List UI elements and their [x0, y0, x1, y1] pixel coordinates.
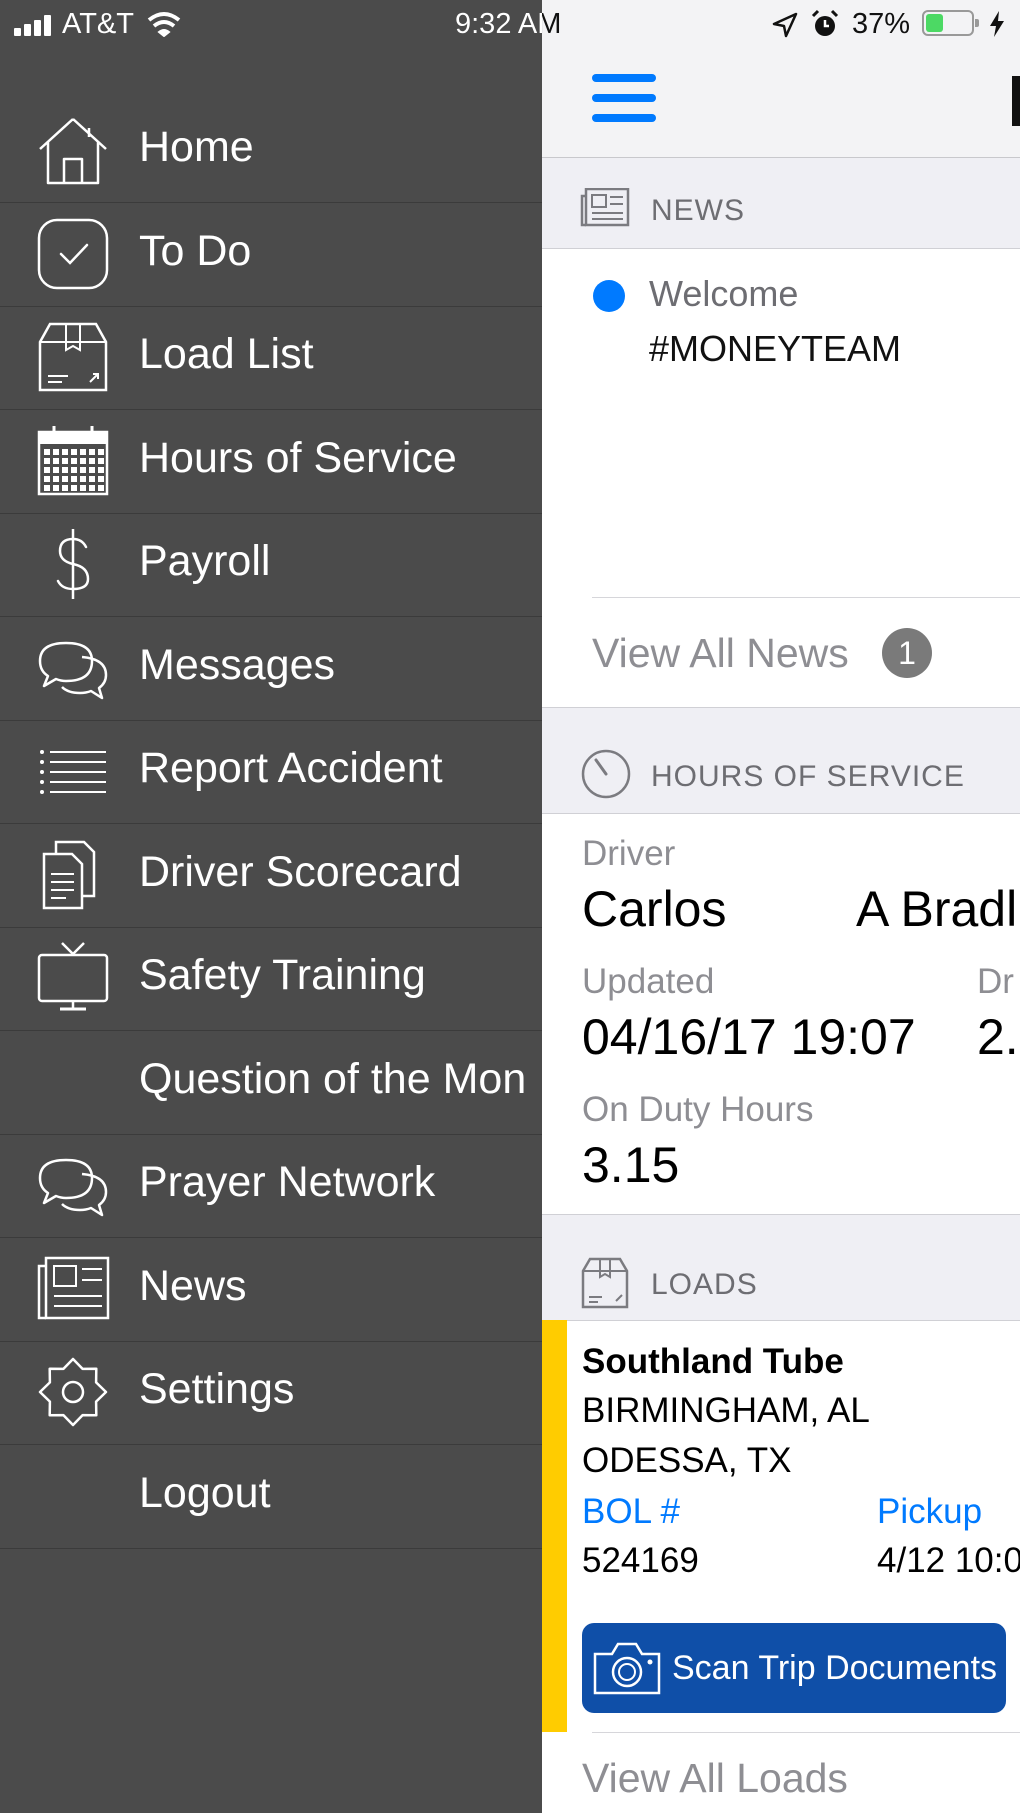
pickup-label: Pickup	[877, 1492, 983, 1531]
news-unread-dot	[593, 280, 625, 312]
newspaper-icon	[580, 188, 630, 227]
signal-bars-icon	[14, 14, 58, 36]
scan-trip-documents-button[interactable]: Scan Trip Documents	[582, 1623, 1006, 1713]
battery-percent: 37%	[852, 8, 911, 40]
checkbox-icon	[37, 218, 109, 289]
menu-item-load-list[interactable]: Load List	[0, 306, 542, 410]
news-count: 1	[898, 635, 916, 671]
on-duty-value: 3.15	[582, 1137, 680, 1193]
menu-item-prayer-network[interactable]: Prayer Network	[0, 1134, 542, 1238]
scan-button-label: Scan Trip Documents	[672, 1649, 998, 1687]
battery-icon	[922, 10, 979, 36]
menu-item-question-of-the-mon[interactable]: Question of the Mon	[0, 1031, 542, 1135]
location-arrow-icon	[772, 12, 798, 38]
menu-item-messages[interactable]: Messages	[0, 617, 542, 721]
menu-item-label: Prayer Network	[139, 1158, 436, 1206]
updated-value: 04/16/17 19:07	[582, 1009, 916, 1065]
gear-icon	[38, 1357, 108, 1427]
load-status-stripe	[542, 1320, 567, 1732]
menu-item-label: Safety Training	[139, 951, 426, 999]
dashboard-panel: NEWS Welcome #MONEYTEAM View All News 1 …	[542, 0, 1020, 1813]
driver-first-name: Carlos	[582, 881, 727, 937]
logo-fragment	[1012, 76, 1020, 126]
clock-time-text: 9:32 AM	[455, 8, 562, 40]
menu-item-label: Load List	[139, 330, 314, 378]
menu-item-driver-scorecard[interactable]: Driver Scorecard	[0, 824, 542, 928]
menu-item-label: To Do	[139, 226, 252, 275]
wifi-icon	[147, 12, 181, 37]
news-section-header: NEWS	[542, 158, 1020, 249]
menu-item-logout[interactable]: Logout	[0, 1445, 542, 1549]
news-count-badge: 1	[882, 628, 932, 678]
documents-icon	[42, 840, 96, 909]
carrier-name: AT&T	[62, 8, 134, 40]
divider	[592, 597, 1020, 598]
updated-label: Updated	[582, 962, 715, 1001]
menu-item-label: News	[139, 1261, 247, 1310]
menu-item-safety-training[interactable]: Safety Training	[0, 927, 542, 1031]
alarm-clock-icon	[811, 9, 839, 36]
charging-bolt-icon	[990, 11, 1004, 37]
hos-section-header: HOURS OF SERVICE	[542, 707, 1020, 814]
menu-item-home[interactable]: Home	[0, 99, 542, 203]
status-bar: AT&T 9:32 AM 37%	[0, 0, 1020, 50]
menu-item-hours-of-service[interactable]: Hours of Service	[0, 410, 542, 514]
menu-item-label: Report Accident	[139, 744, 443, 792]
menu-item-payroll[interactable]: Payroll	[0, 513, 542, 617]
chat-bubbles-icon	[38, 1158, 108, 1217]
dr-label: Dr	[977, 962, 1014, 1001]
newspaper-icon	[37, 1256, 110, 1319]
menu-item-label: Payroll	[139, 537, 271, 585]
clock-time: 9:32 AM	[455, 8, 561, 41]
load-origin: BIRMINGHAM, AL	[582, 1391, 870, 1430]
gauge-icon	[581, 749, 631, 799]
news-item-body: #MONEYTEAM	[649, 328, 902, 369]
bol-value: 524169	[582, 1541, 699, 1580]
box-icon	[38, 322, 108, 392]
menu-item-label: Home	[139, 123, 254, 171]
on-duty-label: On Duty Hours	[582, 1090, 814, 1129]
view-all-loads-link[interactable]: View All Loads	[582, 1755, 848, 1802]
pickup-value: 4/12 10:0	[877, 1541, 1020, 1580]
chat-bubbles-icon	[38, 641, 108, 699]
hamburger-menu-button[interactable]	[592, 74, 656, 128]
dollar-icon	[56, 529, 90, 599]
load-destination: ODESSA, TX	[582, 1441, 792, 1480]
bol-label: BOL #	[582, 1492, 680, 1531]
menu-item-label: Settings	[139, 1365, 295, 1413]
menu-item-to-do[interactable]: To Do	[0, 203, 542, 307]
menu-item-label: Messages	[139, 640, 335, 689]
menu-item-label: Hours of Service	[139, 433, 457, 482]
menu-item-label: Logout	[139, 1468, 271, 1517]
hos-section-title: HOURS OF SERVICE	[651, 760, 965, 793]
news-item-title[interactable]: Welcome	[649, 273, 798, 315]
driver-last-name: A Bradl	[856, 881, 1018, 937]
list-icon	[40, 750, 106, 794]
tv-icon	[37, 942, 109, 1011]
loads-section-title: LOADS	[651, 1268, 758, 1301]
menu-item-label: Driver Scorecard	[139, 847, 462, 896]
loads-section-header: LOADS	[542, 1214, 1020, 1321]
box-icon	[581, 1257, 629, 1309]
dr-value: 2.	[977, 1009, 1019, 1065]
calendar-icon	[37, 425, 109, 495]
divider	[592, 1732, 1020, 1733]
menu-item-label: Question of the Mon	[139, 1054, 527, 1103]
menu-item-report-accident[interactable]: Report Accident	[0, 720, 542, 824]
driver-label: Driver	[582, 834, 676, 873]
menu-item-news[interactable]: News	[0, 1238, 542, 1342]
load-company[interactable]: Southland Tube	[582, 1342, 844, 1382]
home-icon	[39, 118, 107, 185]
menu-item-settings[interactable]: Settings	[0, 1341, 542, 1445]
side-menu: Home To Do Load List Hours of Service Payrol…	[0, 0, 542, 1813]
view-all-news-link[interactable]: View All News	[592, 630, 849, 677]
camera-icon	[593, 1642, 661, 1695]
news-section-title: NEWS	[651, 194, 745, 227]
